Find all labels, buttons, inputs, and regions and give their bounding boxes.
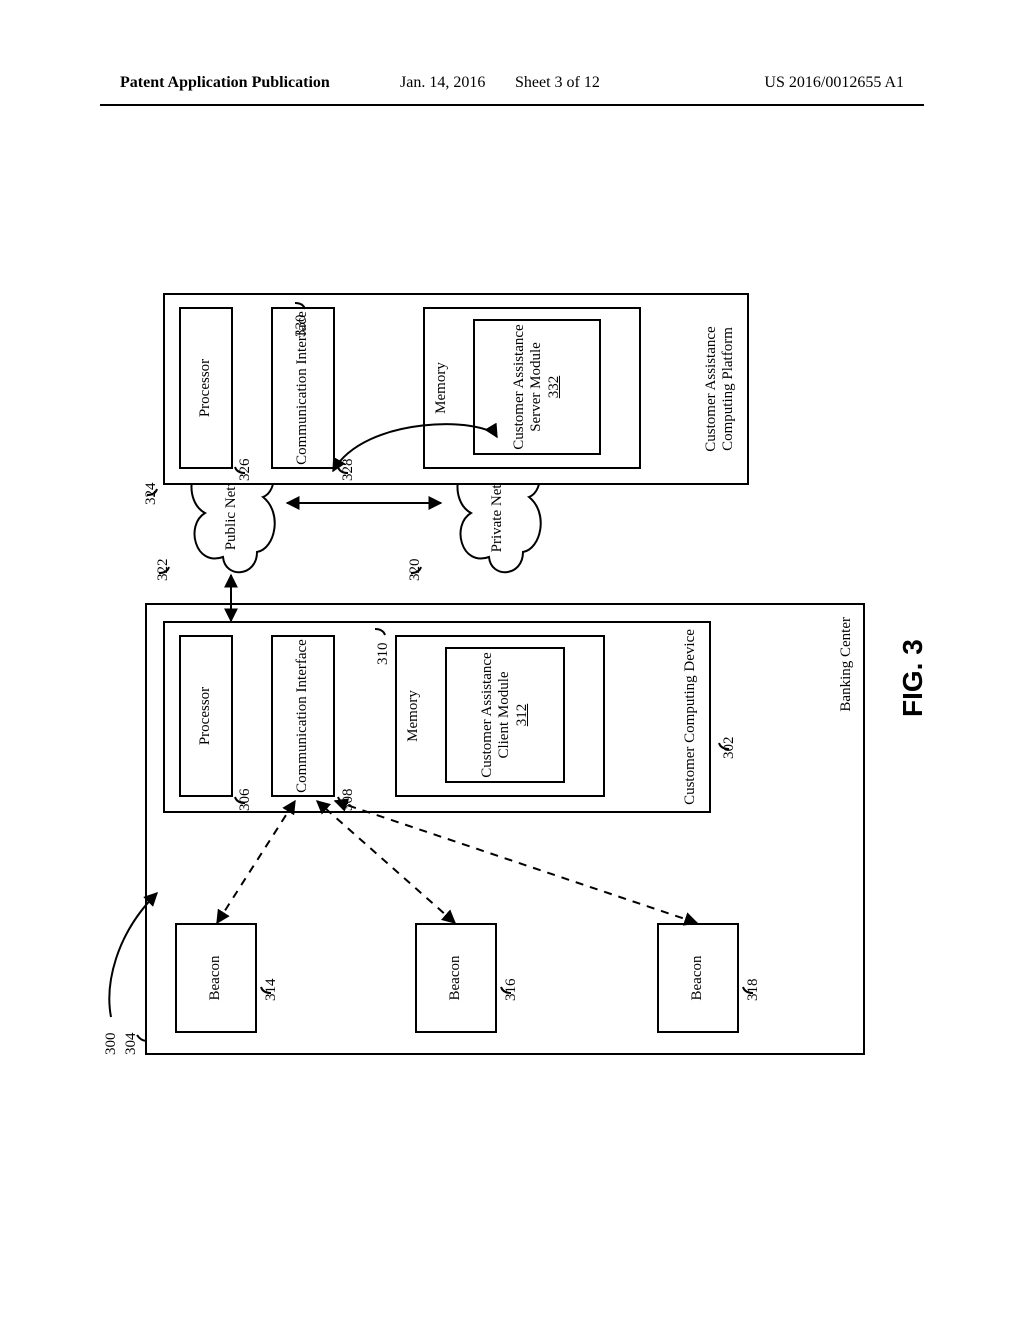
ref-328: 328 [340,459,357,482]
ref-304: 304 [123,1033,140,1056]
page: Patent Application Publication Jan. 14, … [90,60,934,1260]
beacon-318: Beacon [657,923,739,1033]
header-rule [100,104,924,106]
customer-memory-label: Memory [405,637,422,795]
platform-memory: Memory Customer Assistance Server Module… [423,307,641,469]
ref-318: 318 [745,979,762,1002]
customer-processor-label: Processor [197,687,214,745]
header-sheet: Sheet 3 of 12 [515,74,600,92]
banking-center-label: Banking Center [838,617,855,712]
ref-310: 310 [375,643,392,666]
platform-processor-label: Processor [197,359,214,417]
customer-comm-label: Communication Interface [294,639,311,793]
beacon-314-label: Beacon [207,956,224,1001]
ref-308: 308 [340,789,357,812]
header-date: Jan. 14, 2016 [400,74,485,92]
ref-326: 326 [237,459,254,482]
ref-320: 320 [407,559,424,582]
platform-processor: Processor [179,307,233,469]
customer-processor: Processor [179,635,233,797]
platform-memory-label: Memory [433,309,450,467]
beacon-314: Beacon [175,923,257,1033]
customer-module-label: Customer Assistance Client Module 312 [479,651,531,779]
header-pubno: US 2016/0012655 A1 [764,74,904,92]
header-left: Patent Application Publication [120,74,330,92]
customer-comm-interface: Communication Interface [271,635,335,797]
platform-box: Processor Communication Interface Memory… [163,293,749,485]
figure-3: 300 Banking Center 304 Beacon 314 Beacon… [45,285,975,1065]
customer-device-label: Customer Computing Device [682,623,699,811]
ref-314: 314 [263,979,280,1002]
customer-device-box: Processor Communication Interface Memory… [163,621,711,813]
ref-306: 306 [237,789,254,812]
ref-324: 324 [143,483,160,506]
customer-memory-module: Customer Assistance Client Module 312 [445,647,565,783]
beacon-318-label: Beacon [689,956,706,1001]
platform-label: Customer Assistance Computing Platform [703,295,738,483]
platform-module-label: Customer Assistance Server Module 332 [511,323,563,451]
customer-memory: Memory Customer Assistance Client Module… [395,635,605,797]
ref-330: 330 [293,315,310,338]
beacon-316: Beacon [415,923,497,1033]
figure-caption: FIG. 3 [897,639,929,717]
ref-322: 322 [155,559,172,582]
ref-300: 300 [103,1033,120,1056]
beacon-316-label: Beacon [447,956,464,1001]
platform-memory-module: Customer Assistance Server Module 332 [473,319,601,455]
ref-302: 302 [721,737,738,760]
page-header: Patent Application Publication Jan. 14, … [110,74,914,104]
ref-316: 316 [503,979,520,1002]
